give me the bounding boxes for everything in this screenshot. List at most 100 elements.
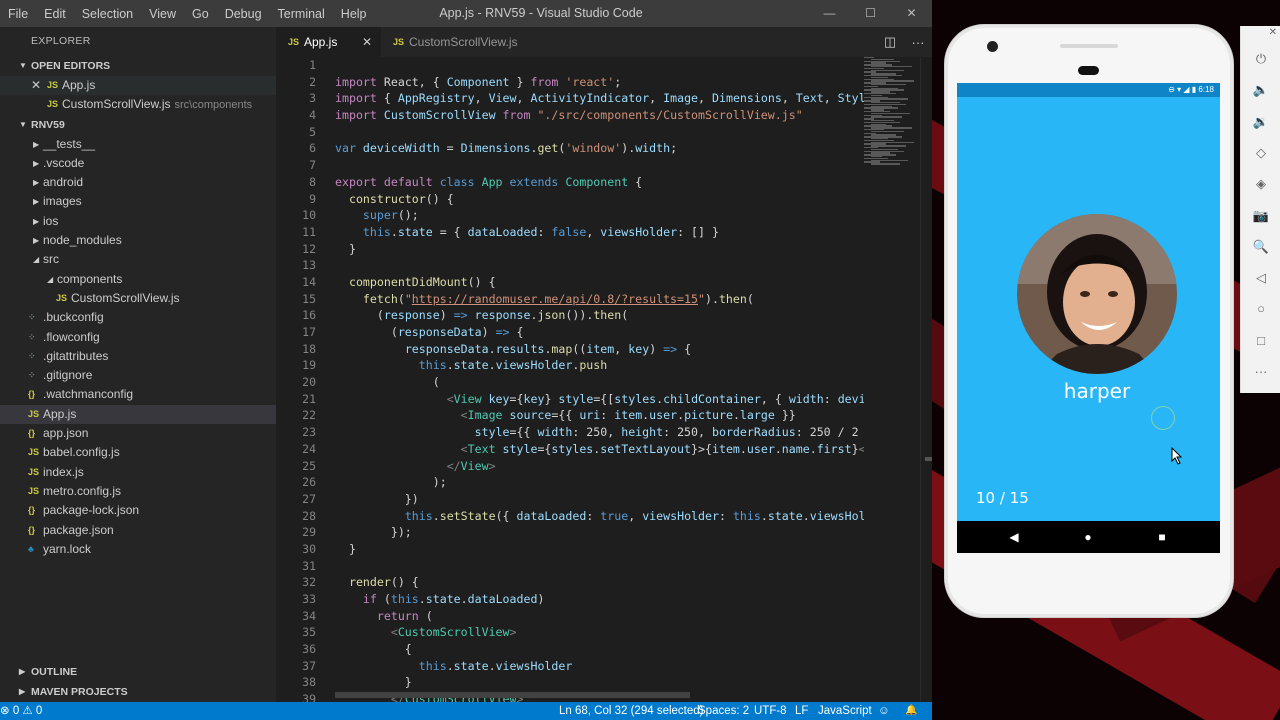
language-mode[interactable]: JavaScript bbox=[818, 702, 872, 720]
menu-help[interactable]: Help bbox=[333, 7, 375, 21]
back-icon[interactable]: ◀ bbox=[1004, 521, 1024, 553]
tree-item[interactable]: JS metro.config.js bbox=[0, 482, 276, 501]
tree-item[interactable]: {} package.json bbox=[0, 521, 276, 540]
line-number: 19 bbox=[302, 358, 316, 373]
menu-edit[interactable]: Edit bbox=[36, 7, 74, 21]
line-number: 35 bbox=[302, 625, 316, 640]
tab-customscrollview[interactable]: JS CustomScrollView.js bbox=[381, 27, 521, 57]
feedback-icon[interactable]: ☺ bbox=[878, 702, 890, 720]
close-tab-icon[interactable]: ✕ bbox=[362, 27, 372, 57]
open-editors-section[interactable]: ▼ OPEN EDITORS bbox=[0, 56, 276, 76]
code-line: export default class App extends Compone… bbox=[335, 174, 643, 189]
power-icon[interactable]: ⏻ bbox=[1241, 44, 1280, 74]
explorer-sidebar: EXPLORER ▼ OPEN EDITORS ✕ JS App.js JS Cu… bbox=[0, 27, 276, 702]
maven-section[interactable]: ▶ MAVEN PROJECTS bbox=[0, 682, 276, 702]
rotate-left-icon[interactable]: ◇ bbox=[1241, 138, 1280, 168]
tree-item[interactable]: ◢ components bbox=[0, 270, 276, 289]
phone-screen[interactable]: ⊖ ▾ ◢ ▮ 6:18 harper 10 / 15 ◀ ● ■ bbox=[957, 83, 1220, 553]
tree-item[interactable]: ⁘ .gitattributes bbox=[0, 347, 276, 366]
emulator-toolbar: ✕ ⏻ 🔈 🔉 ◇ ◈ 📷 🔍 ◁ ○ □ ··· bbox=[1240, 26, 1280, 393]
more-actions-icon[interactable]: ··· bbox=[904, 35, 932, 50]
menu-selection[interactable]: Selection bbox=[74, 7, 141, 21]
tab-app-js[interactable]: JS App.js ✕ bbox=[276, 27, 381, 57]
split-editor-icon[interactable]: ◫ bbox=[876, 34, 904, 50]
line-number-gutter: 1 2 3 4 5 6 7 8 9 10 11 12 13 14 15 16 17 18 19 20 21 22 23 24 2… bbox=[276, 57, 323, 706]
code-line: import CustomScrollView from "./src/comp… bbox=[335, 108, 803, 123]
code-line: return ( bbox=[376, 608, 433, 623]
code-line: <Text style={styles.setTextLayout}>{item… bbox=[460, 441, 864, 456]
line-number: 16 bbox=[302, 308, 316, 323]
cursor-position[interactable]: Ln 68, Col 32 (294 selected) bbox=[559, 702, 703, 720]
zoom-icon[interactable]: 🔍 bbox=[1241, 232, 1280, 262]
tree-item[interactable]: JS index.js bbox=[0, 463, 276, 482]
tree-item[interactable]: JS App.js bbox=[0, 404, 276, 425]
outline-section[interactable]: ▶ OUTLINE bbox=[0, 662, 276, 682]
tree-item[interactable]: ▶ .vscode bbox=[0, 154, 276, 173]
home-icon[interactable]: ○ bbox=[1241, 294, 1280, 324]
chevron-right-icon: ▶ bbox=[33, 197, 40, 207]
overview-icon[interactable]: □ bbox=[1241, 326, 1280, 356]
horizontal-scrollbar[interactable] bbox=[335, 692, 690, 698]
vertical-scrollbar[interactable] bbox=[920, 57, 933, 702]
project-section[interactable]: ▼ RNV59 bbox=[0, 115, 276, 135]
chevron-down-icon: ◢ bbox=[33, 255, 40, 265]
tree-item[interactable]: ▶ ios bbox=[0, 212, 276, 231]
minimap-line bbox=[871, 163, 900, 165]
line-number: 34 bbox=[302, 608, 316, 623]
close-window-button[interactable]: ✕ bbox=[891, 0, 932, 27]
code-line: } bbox=[335, 541, 356, 556]
chevron-down-icon: ▼ bbox=[19, 61, 27, 70]
chevron-right-icon: ▶ bbox=[19, 667, 26, 676]
end-of-line[interactable]: LF bbox=[795, 702, 808, 720]
menu-debug[interactable]: Debug bbox=[217, 7, 270, 21]
menu-file[interactable]: File bbox=[0, 7, 36, 21]
tree-item[interactable]: ⁘ .gitignore bbox=[0, 366, 276, 385]
home-icon[interactable]: ● bbox=[1078, 521, 1098, 553]
tree-item[interactable]: ⁘ .flowconfig bbox=[0, 328, 276, 347]
tree-item[interactable]: ◢ src bbox=[0, 250, 276, 269]
toolbar-close-icon[interactable]: ✕ bbox=[1241, 26, 1280, 44]
line-number: 3 bbox=[309, 91, 316, 106]
indentation[interactable]: Spaces: 2 bbox=[698, 702, 749, 720]
minimap[interactable] bbox=[864, 57, 920, 167]
tree-item[interactable]: JS CustomScrollView.js bbox=[0, 289, 276, 308]
minimize-button[interactable]: — bbox=[809, 0, 850, 27]
tree-item[interactable]: JS babel.config.js bbox=[0, 443, 276, 462]
tree-item[interactable]: ▶ images bbox=[0, 192, 276, 211]
android-nav-bar: ◀ ● ■ bbox=[957, 521, 1220, 553]
maximize-button[interactable]: ☐ bbox=[850, 0, 891, 27]
line-number: 7 bbox=[309, 158, 316, 173]
front-camera bbox=[987, 41, 998, 52]
encoding[interactable]: UTF-8 bbox=[754, 702, 787, 720]
tree-item[interactable]: {} .watchmanconfig bbox=[0, 385, 276, 404]
recents-icon[interactable]: ■ bbox=[1152, 521, 1172, 553]
tree-item[interactable]: ♣ yarn.lock bbox=[0, 540, 276, 559]
close-icon[interactable]: ✕ bbox=[31, 76, 41, 95]
tree-item[interactable]: {} package-lock.json bbox=[0, 501, 276, 520]
tree-item[interactable]: ▶ __tests__ bbox=[0, 135, 276, 154]
code-line: super(); bbox=[362, 208, 419, 223]
notification-bell-icon[interactable]: 🔔 bbox=[905, 702, 917, 720]
open-editor-item[interactable]: ✕ JS App.js bbox=[0, 76, 276, 96]
menu-terminal[interactable]: Terminal bbox=[270, 7, 333, 21]
more-icon[interactable]: ··· bbox=[1241, 357, 1280, 387]
menu-go[interactable]: Go bbox=[184, 7, 217, 21]
tree-item[interactable]: ▶ node_modules bbox=[0, 231, 276, 250]
line-number: 30 bbox=[302, 541, 316, 556]
code-editor[interactable]: import React, { Component } from 'react'… bbox=[335, 57, 864, 702]
volume-up-icon[interactable]: 🔈 bbox=[1241, 75, 1280, 105]
back-icon[interactable]: ◁ bbox=[1241, 263, 1280, 293]
tree-item[interactable]: ⁘ .buckconfig bbox=[0, 308, 276, 327]
tree-item[interactable]: ▶ android bbox=[0, 173, 276, 192]
line-number: 9 bbox=[309, 191, 316, 206]
problems-indicator[interactable]: ⊗ 0 ⚠ 0 bbox=[0, 702, 42, 720]
line-number: 23 bbox=[302, 425, 316, 440]
rotate-right-icon[interactable]: ◈ bbox=[1241, 169, 1280, 199]
menu-view[interactable]: View bbox=[141, 7, 184, 21]
tree-item[interactable]: {} app.json bbox=[0, 424, 276, 443]
volume-down-icon[interactable]: 🔉 bbox=[1241, 107, 1280, 137]
open-editor-item[interactable]: JS CustomScrollView.js src\components bbox=[0, 95, 276, 114]
js-file-icon: JS bbox=[28, 447, 40, 458]
code-line: }) bbox=[335, 491, 419, 506]
camera-icon[interactable]: 📷 bbox=[1241, 201, 1280, 231]
